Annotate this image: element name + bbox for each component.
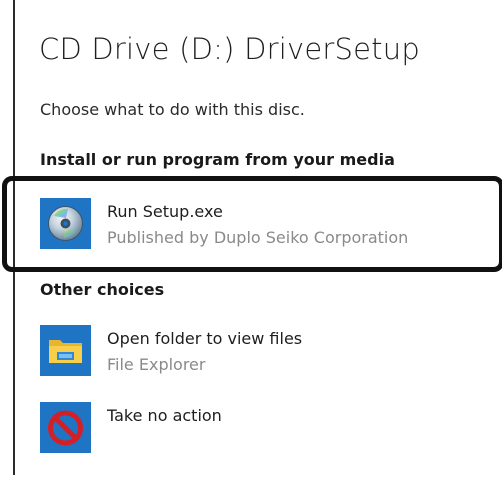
- run-setup-label: Run Setup.exe: [107, 202, 223, 221]
- file-explorer-label: File Explorer: [107, 355, 206, 374]
- take-no-action-label: Take no action: [107, 406, 222, 425]
- open-folder-label: Open folder to view files: [107, 329, 303, 348]
- open-folder-option[interactable]: Open folder to view files File Explorer: [40, 322, 480, 376]
- take-no-action-option[interactable]: Take no action: [40, 399, 480, 453]
- dialog-title: CD Drive (D:) DriverSetup: [39, 32, 420, 66]
- dialog-subtitle: Choose what to do with this disc.: [40, 100, 305, 119]
- run-setup-option[interactable]: Run Setup.exe Published by Duplo Seiko C…: [40, 195, 480, 249]
- no-action-icon: [40, 402, 91, 453]
- other-choices-heading: Other choices: [40, 280, 165, 299]
- folder-icon: [40, 325, 91, 376]
- install-section-heading: Install or run program from your media: [40, 150, 395, 169]
- run-setup-publisher: Published by Duplo Seiko Corporation: [107, 228, 409, 247]
- disc-setup-icon: [40, 198, 91, 249]
